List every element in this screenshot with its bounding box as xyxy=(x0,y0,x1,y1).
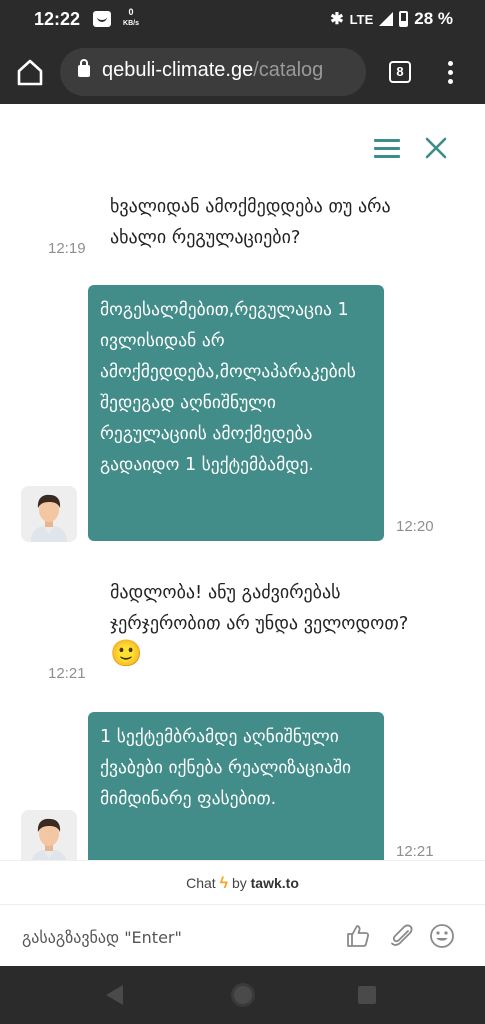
back-icon[interactable] xyxy=(106,985,123,1005)
status-indicators: ✱ LTE 28 % xyxy=(330,9,453,29)
bluetooth-icon: ✱ xyxy=(330,11,344,28)
agent-avatar-svg xyxy=(21,486,77,542)
browser-toolbar: qebuli-climate.ge/catalog 8 xyxy=(0,40,485,104)
message-list[interactable]: 12:19 ხვალიდან ამოქმედდება თუ არა ახალი … xyxy=(0,184,485,860)
tawk-brand: tawk.to xyxy=(250,875,299,891)
close-icon[interactable] xyxy=(424,136,448,160)
network-type: LTE xyxy=(349,11,374,27)
recents-icon[interactable] xyxy=(358,986,376,1004)
close-icon-svg xyxy=(425,137,447,159)
lightning-icon: ϟ xyxy=(219,875,229,892)
powered-chat-label: Chat xyxy=(186,875,216,891)
system-nav-bar xyxy=(0,966,485,1024)
url-text[interactable]: qebuli-climate.ge/catalog xyxy=(102,59,323,82)
overflow-menu-icon[interactable] xyxy=(440,58,460,86)
battery-icon xyxy=(399,11,409,27)
menu-dot xyxy=(447,79,453,84)
home-icon[interactable] xyxy=(14,56,46,88)
data-rate-value: 0 xyxy=(128,7,134,17)
agent-message: მოგესალმებით,რეგულაცია 1 ივლისიდან არ ამ… xyxy=(88,285,384,541)
signal-icon xyxy=(379,12,394,26)
menu-dot xyxy=(447,61,453,66)
tab-switcher-button[interactable]: 8 xyxy=(389,61,411,83)
battery-percent: 28 % xyxy=(414,9,453,28)
visitor-message: ხვალიდან ამოქმედდება თუ არა ახალი რეგულა… xyxy=(110,196,391,248)
hamburger-line xyxy=(374,139,400,142)
thumbs-up-icon-svg xyxy=(347,925,370,947)
powered-by[interactable]: Chat ϟ by tawk.to xyxy=(0,860,485,904)
agent-message: 1 სექტემბრამდე აღნიშნული ქვაბები იქნება … xyxy=(88,712,384,860)
message-time: 12:21 xyxy=(396,843,434,860)
chat-header xyxy=(0,104,485,184)
visitor-message: მადლობა! ანუ გაძვირებას ჯერჯერობით არ უნ… xyxy=(110,577,410,672)
agent-avatar-svg xyxy=(21,810,77,860)
agent-avatar xyxy=(21,486,77,542)
media-notification-icon xyxy=(93,11,111,27)
data-rate: 0 KB/s xyxy=(120,7,142,29)
home-circle-icon[interactable] xyxy=(231,983,255,1007)
powered-by-label: by xyxy=(231,875,247,891)
chat-widget: 12:19 ხვალიდან ამოქმედდება თუ არა ახალი … xyxy=(0,104,485,966)
visitor-message-text: მადლობა! ანუ გაძვირებას ჯერჯერობით არ უნ… xyxy=(110,582,409,634)
emoji-picker-icon[interactable] xyxy=(429,923,455,949)
message-time: 12:21 xyxy=(48,665,86,682)
message-input[interactable] xyxy=(22,919,322,955)
message-time: 12:20 xyxy=(396,518,434,535)
home-icon-svg xyxy=(17,59,43,86)
status-time: 12:22 xyxy=(34,9,81,29)
status-bar: 12:22 0 KB/s ✱ LTE 28 % xyxy=(0,0,485,40)
hamburger-line xyxy=(374,147,400,150)
hamburger-menu-icon[interactable] xyxy=(374,139,400,159)
url-path: /catalog xyxy=(253,59,324,81)
hamburger-line xyxy=(374,155,400,158)
agent-avatar xyxy=(21,810,77,860)
url-domain: qebuli-climate.ge xyxy=(102,59,254,81)
address-bar[interactable]: qebuli-climate.ge/catalog xyxy=(60,48,366,96)
paperclip-icon[interactable] xyxy=(389,923,415,949)
menu-dot xyxy=(447,70,453,75)
paperclip-icon-svg xyxy=(391,924,413,946)
message-composer xyxy=(0,904,485,966)
thumbs-up-icon[interactable] xyxy=(345,923,371,949)
message-time: 12:19 xyxy=(48,240,86,257)
smiley-emoji-icon: 🙂 xyxy=(110,639,143,669)
data-rate-unit: KB/s xyxy=(123,20,139,27)
emoji-picker-icon-svg xyxy=(430,924,454,948)
lock-icon xyxy=(78,59,90,77)
